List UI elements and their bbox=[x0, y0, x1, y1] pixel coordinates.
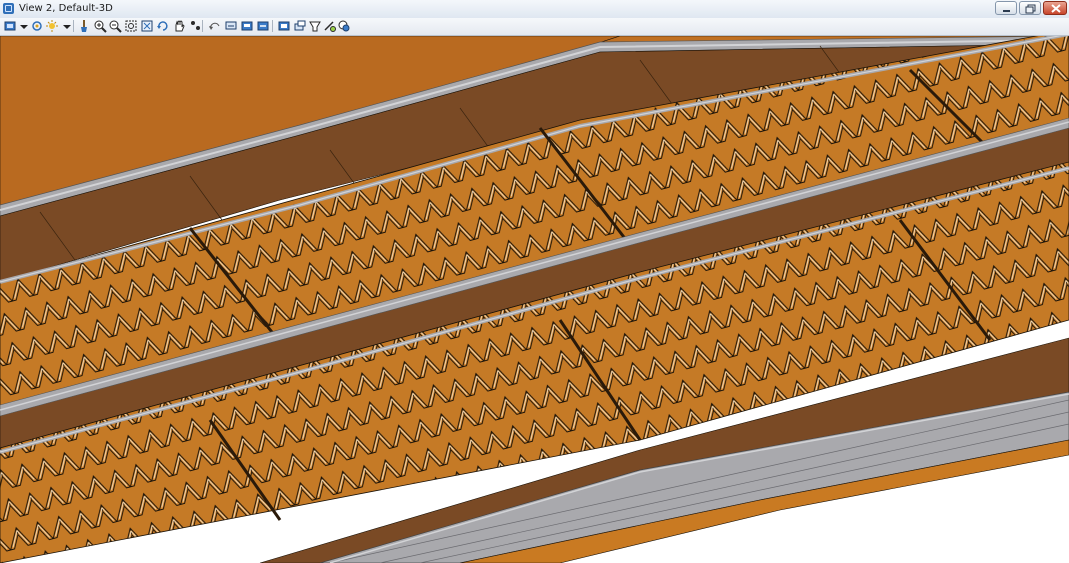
render-button[interactable] bbox=[322, 19, 336, 33]
lighting-icon bbox=[46, 20, 58, 32]
view-window-icon bbox=[3, 3, 14, 14]
view-toolbar bbox=[0, 18, 1069, 36]
3d-viewport[interactable] bbox=[0, 36, 1069, 563]
render-icon bbox=[324, 21, 336, 32]
toolbar-separator bbox=[272, 20, 273, 32]
3d-model-scene[interactable] bbox=[0, 36, 1069, 563]
clip-volume-button[interactable] bbox=[308, 19, 322, 33]
restore-button[interactable] bbox=[1019, 1, 1041, 15]
previous-view-button[interactable] bbox=[207, 19, 221, 33]
view-display-button[interactable] bbox=[3, 19, 17, 33]
view-next-button[interactable] bbox=[277, 19, 291, 33]
toolbar-separator bbox=[202, 20, 203, 32]
fit-view-button[interactable] bbox=[140, 19, 154, 33]
walk-icon bbox=[191, 21, 200, 30]
title-bar[interactable]: View 2, Default-3D bbox=[0, 0, 1069, 19]
minimize-icon bbox=[1003, 10, 1010, 12]
dropdown-arrow-icon bbox=[20, 25, 28, 29]
camera-setup-button[interactable] bbox=[293, 19, 307, 33]
toolbar-separator bbox=[73, 20, 74, 32]
minimize-button[interactable] bbox=[995, 1, 1017, 15]
dropdown-arrow-button[interactable] bbox=[60, 19, 71, 33]
walk-button[interactable] bbox=[188, 19, 202, 33]
window-title: View 2, Default-3D bbox=[19, 3, 113, 14]
brush-icon bbox=[81, 20, 87, 32]
view-attributes-icon bbox=[32, 21, 42, 31]
camera-setup-icon bbox=[294, 20, 306, 31]
dropdown-arrow-icon bbox=[63, 25, 71, 29]
view-window: View 2, Default-3D bbox=[0, 0, 1069, 563]
zoom-out-icon bbox=[109, 20, 122, 33]
fit-view-icon bbox=[141, 20, 153, 32]
view-display-icon bbox=[4, 21, 16, 31]
close-button[interactable] bbox=[1043, 1, 1067, 15]
next-view-button[interactable] bbox=[224, 19, 238, 33]
brush-button[interactable] bbox=[77, 19, 91, 33]
display-style-icon bbox=[338, 20, 350, 32]
clip-volume-icon bbox=[309, 21, 321, 32]
copy-view-icon bbox=[241, 21, 253, 31]
dropdown-arrow-button[interactable] bbox=[17, 19, 28, 33]
window-area-button[interactable] bbox=[124, 19, 138, 33]
zoom-out-button[interactable] bbox=[108, 19, 122, 33]
view-next-icon bbox=[278, 21, 290, 31]
close-icon bbox=[1051, 4, 1061, 13]
view-attributes-button[interactable] bbox=[30, 19, 44, 33]
lighting-button[interactable] bbox=[45, 19, 59, 33]
window-area-icon bbox=[125, 20, 137, 32]
previous-view-icon bbox=[209, 22, 220, 30]
restore-icon bbox=[1025, 4, 1036, 14]
view-previous-icon bbox=[257, 21, 269, 31]
pan-view-button[interactable] bbox=[172, 19, 186, 33]
view-previous-button[interactable] bbox=[256, 19, 270, 33]
zoom-in-button[interactable] bbox=[93, 19, 107, 33]
next-view-icon bbox=[225, 21, 237, 30]
zoom-in-icon bbox=[94, 20, 107, 33]
rotate-view-button[interactable] bbox=[156, 19, 170, 33]
copy-view-button[interactable] bbox=[240, 19, 254, 33]
rotate-view-icon bbox=[157, 21, 168, 31]
display-style-button[interactable] bbox=[337, 19, 351, 33]
pan-view-icon bbox=[175, 20, 185, 32]
